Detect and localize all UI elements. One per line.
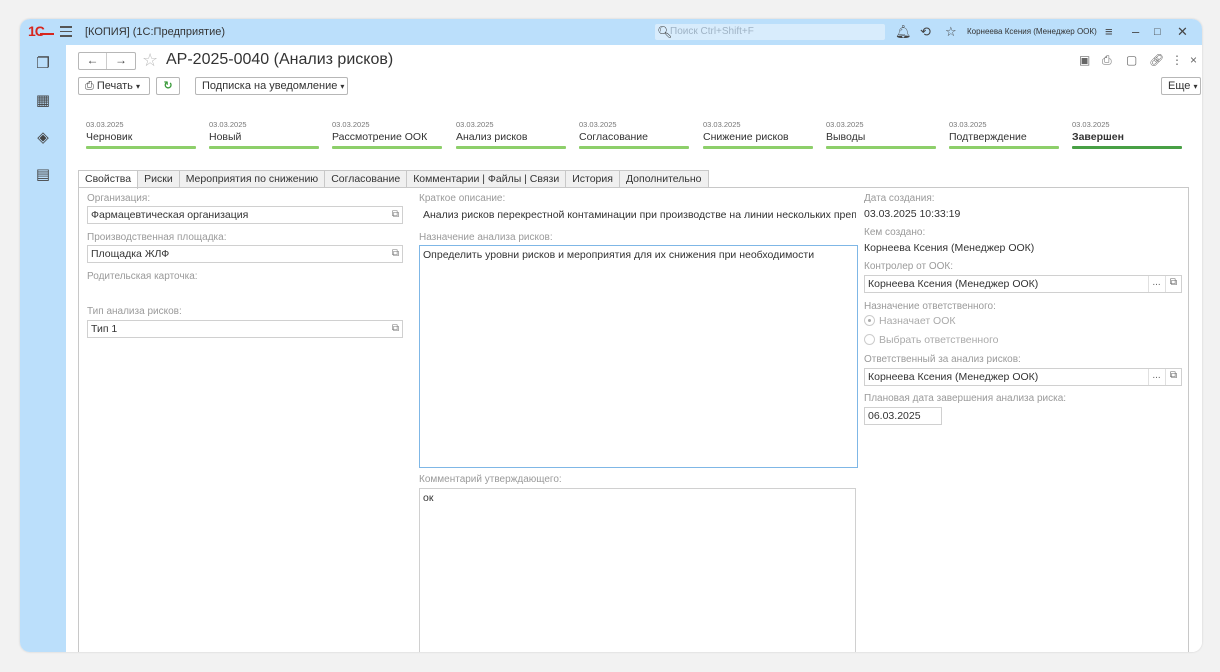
document-form: ← → ☆ АР-2025-0040 (Анализ рисков) ▣ ⎙ ▢… <box>66 45 1202 652</box>
1c-logo[interactable]: 1С <box>28 23 56 41</box>
tab-approval[interactable]: Согласование <box>324 170 408 188</box>
bookmark-icon[interactable]: ❐ <box>34 55 52 73</box>
radio-assigned-by-ook[interactable]: Назначает ООК <box>864 315 956 327</box>
logo-underline <box>40 33 54 35</box>
settings-icon[interactable]: ≡ <box>1105 24 1113 40</box>
controller-field[interactable]: Корнеева Ксения (Менеджер ООК) ... ⧉ <box>864 275 1182 293</box>
print-button[interactable]: ⎙ Печать ▾ <box>78 77 150 95</box>
comment-label: Комментарий утверждающего: <box>419 474 562 485</box>
tab-mitigation[interactable]: Мероприятия по снижению <box>178 170 326 188</box>
forward-arrow-icon[interactable]: → <box>107 53 135 69</box>
radio-icon <box>864 315 875 326</box>
preview-icon[interactable]: ▢ <box>1126 53 1137 67</box>
open-icon[interactable]: ⧉ <box>1165 369 1181 385</box>
more-vert-icon[interactable]: ⋮ <box>1171 53 1183 67</box>
tab-history[interactable]: История <box>565 170 620 188</box>
status-step[interactable]: 03.03.2025 Подтверждение <box>949 120 1059 149</box>
current-user[interactable]: Корнеева Ксения (Менеджер ООК) <box>967 27 1097 36</box>
more-button[interactable]: Еще ▾ <box>1161 77 1201 95</box>
status-step[interactable]: 03.03.2025 Черновик <box>86 120 196 149</box>
chevron-down-icon: ▾ <box>135 82 140 91</box>
status-step[interactable]: 03.03.2025 Новый <box>209 120 319 149</box>
dashboard-icon[interactable]: ▦ <box>34 92 52 110</box>
link-icon[interactable]: 🔗︎ <box>1149 53 1164 67</box>
favorite-star-icon[interactable]: ☆ <box>142 50 158 71</box>
radio-icon <box>864 334 875 345</box>
created-date: 03.03.2025 10:33:19 <box>864 208 961 220</box>
properties-panel: Организация: Фармацевтическая организаци… <box>78 187 1189 652</box>
printer-icon: ⎙ <box>85 80 94 92</box>
app-window: 1С [КОПИЯ] (1С:Предприятие) 🔍︎ Поиск Ctr… <box>20 19 1202 652</box>
short-desc-label: Краткое описание: <box>419 193 506 204</box>
open-icon[interactable]: ⧉ <box>392 246 399 262</box>
title-bar: 1С [КОПИЯ] (1С:Предприятие) 🔍︎ Поиск Ctr… <box>20 19 1202 45</box>
restore-icon[interactable]: □ <box>1154 24 1161 40</box>
window-title: [КОПИЯ] (1С:Предприятие) <box>85 26 226 38</box>
status-step[interactable]: 03.03.2025 Анализ рисков <box>456 120 566 149</box>
status-step[interactable]: 03.03.2025 Согласование <box>579 120 689 149</box>
save-icon[interactable]: ▣ <box>1079 53 1090 67</box>
short-description-field[interactable]: Анализ рисков перекрестной контаминации … <box>419 206 857 224</box>
close-icon[interactable]: × <box>1190 53 1197 67</box>
tab-risks[interactable]: Риски <box>137 170 180 188</box>
favorites-star-icon[interactable]: ☆ <box>945 24 957 40</box>
site-field[interactable]: Площадка ЖЛФ ⧉ <box>87 245 403 263</box>
menu-icon[interactable] <box>60 26 72 38</box>
report-icon[interactable]: ▤ <box>34 166 52 184</box>
responsible-label: Ответственный за анализ рисков: <box>864 354 1021 365</box>
tab-additional[interactable]: Дополнительно <box>618 170 709 188</box>
assign-label: Назначение ответственного: <box>864 301 996 312</box>
nav-buttons: ← → <box>78 52 136 70</box>
left-sidebar: ❐ ▦ ◈ ▤ <box>20 45 66 652</box>
bell-icon[interactable]: 🔔︎ <box>895 24 912 40</box>
minimize-icon[interactable]: – <box>1132 24 1139 40</box>
controller-label: Контролер от ООК: <box>864 261 953 272</box>
org-label: Организация: <box>87 193 151 204</box>
status-step[interactable]: 03.03.2025 Снижение рисков <box>703 120 813 149</box>
layers-icon[interactable]: ◈ <box>34 129 52 147</box>
approver-comment-textarea[interactable]: ок <box>419 488 856 652</box>
print-icon[interactable]: ⎙ <box>1102 53 1112 68</box>
open-icon[interactable]: ⧉ <box>392 321 399 337</box>
search-input[interactable]: Поиск Ctrl+Shift+F <box>670 26 754 37</box>
plan-date-field[interactable]: 06.03.2025 <box>864 407 942 425</box>
type-label: Тип анализа рисков: <box>87 306 182 317</box>
author-label: Кем создано: <box>864 227 926 238</box>
page-title: АР-2025-0040 (Анализ рисков) <box>166 51 394 68</box>
purpose-textarea[interactable]: Определить уровни рисков и мероприятия д… <box>419 245 858 468</box>
subscribe-button[interactable]: Подписка на уведомление ▾ <box>195 77 348 95</box>
analysis-type-field[interactable]: Тип 1 ⧉ <box>87 320 403 338</box>
global-search[interactable]: 🔍︎ Поиск Ctrl+Shift+F <box>655 24 885 40</box>
back-arrow-icon[interactable]: ← <box>79 53 108 69</box>
status-step-current[interactable]: 03.03.2025 Завершен <box>1072 120 1182 149</box>
history-icon[interactable]: ⟲ <box>920 24 931 40</box>
responsible-field[interactable]: Корнеева Ксения (Менеджер ООК) ... ⧉ <box>864 368 1182 386</box>
open-icon[interactable]: ⧉ <box>392 207 399 223</box>
refresh-button[interactable]: ↻ <box>156 77 180 95</box>
site-label: Производственная площадка: <box>87 232 227 243</box>
status-step[interactable]: 03.03.2025 Выводы <box>826 120 936 149</box>
plan-date-label: Плановая дата завершения анализа риска: <box>864 393 1067 404</box>
parent-card-label: Родительская карточка: <box>87 271 198 282</box>
radio-choose-responsible[interactable]: Выбрать ответственного <box>864 334 999 346</box>
chevron-down-icon: ▾ <box>340 82 345 91</box>
close-window-icon[interactable]: ✕ <box>1177 24 1188 40</box>
created-label: Дата создания: <box>864 193 935 204</box>
tab-comments-files[interactable]: Комментарии | Файлы | Связи <box>406 170 567 188</box>
tab-bar: Свойства Риски Мероприятия по снижению С… <box>78 170 709 189</box>
open-icon[interactable]: ⧉ <box>1165 276 1181 292</box>
author-value: Корнеева Ксения (Менеджер ООК) <box>864 242 1035 254</box>
chevron-down-icon: ▾ <box>1193 82 1198 91</box>
status-step[interactable]: 03.03.2025 Рассмотрение ООК <box>332 120 442 149</box>
organization-field[interactable]: Фармацевтическая организация ⧉ <box>87 206 403 224</box>
select-button[interactable]: ... <box>1148 369 1164 385</box>
purpose-label: Назначение анализа рисков: <box>419 232 553 243</box>
refresh-icon: ↻ <box>163 80 173 92</box>
select-button[interactable]: ... <box>1148 276 1164 292</box>
